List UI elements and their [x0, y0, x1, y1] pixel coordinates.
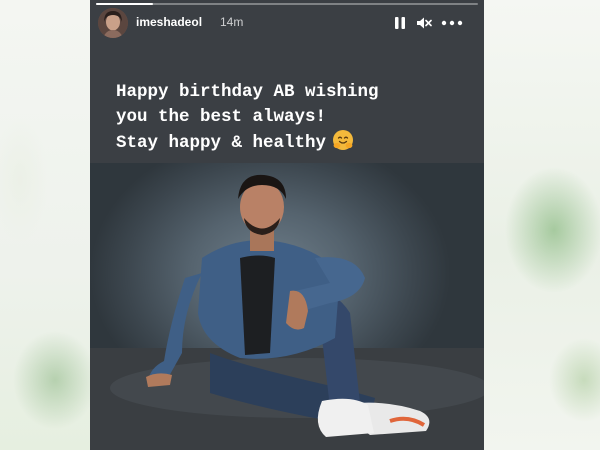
- avatar[interactable]: [98, 8, 128, 38]
- post-time: 14m: [220, 15, 244, 29]
- hugging-face-emoji-icon: [333, 130, 354, 150]
- caption-line-3: Stay happy & healthy: [116, 129, 476, 156]
- man-sitting-photo-illustration: [90, 174, 484, 450]
- story-photo: [90, 163, 484, 450]
- story-viewer[interactable]: imeshadeol 14m Happy birthday AB wishing…: [90, 0, 484, 450]
- caption-line-3-text: Stay happy & healthy: [116, 133, 327, 153]
- more-options-button[interactable]: [440, 15, 464, 31]
- mute-button[interactable]: [416, 15, 432, 31]
- story-caption: Happy birthday AB wishing you the best al…: [116, 80, 476, 156]
- story-header: imeshadeol 14m: [90, 8, 484, 38]
- caption-line-1: Happy birthday AB wishing: [116, 82, 379, 102]
- story-progress-fill: [96, 3, 154, 5]
- volume-muted-icon: [417, 17, 432, 29]
- username[interactable]: imeshadeol: [136, 15, 202, 29]
- pause-icon: [395, 17, 405, 29]
- more-options-icon: [441, 20, 463, 26]
- blurred-background-left: [0, 0, 90, 450]
- caption-line-2: you the best always!: [116, 106, 327, 127]
- pause-button[interactable]: [392, 15, 408, 31]
- blurred-background-right: [484, 0, 600, 450]
- story-progress-bar: [96, 3, 478, 5]
